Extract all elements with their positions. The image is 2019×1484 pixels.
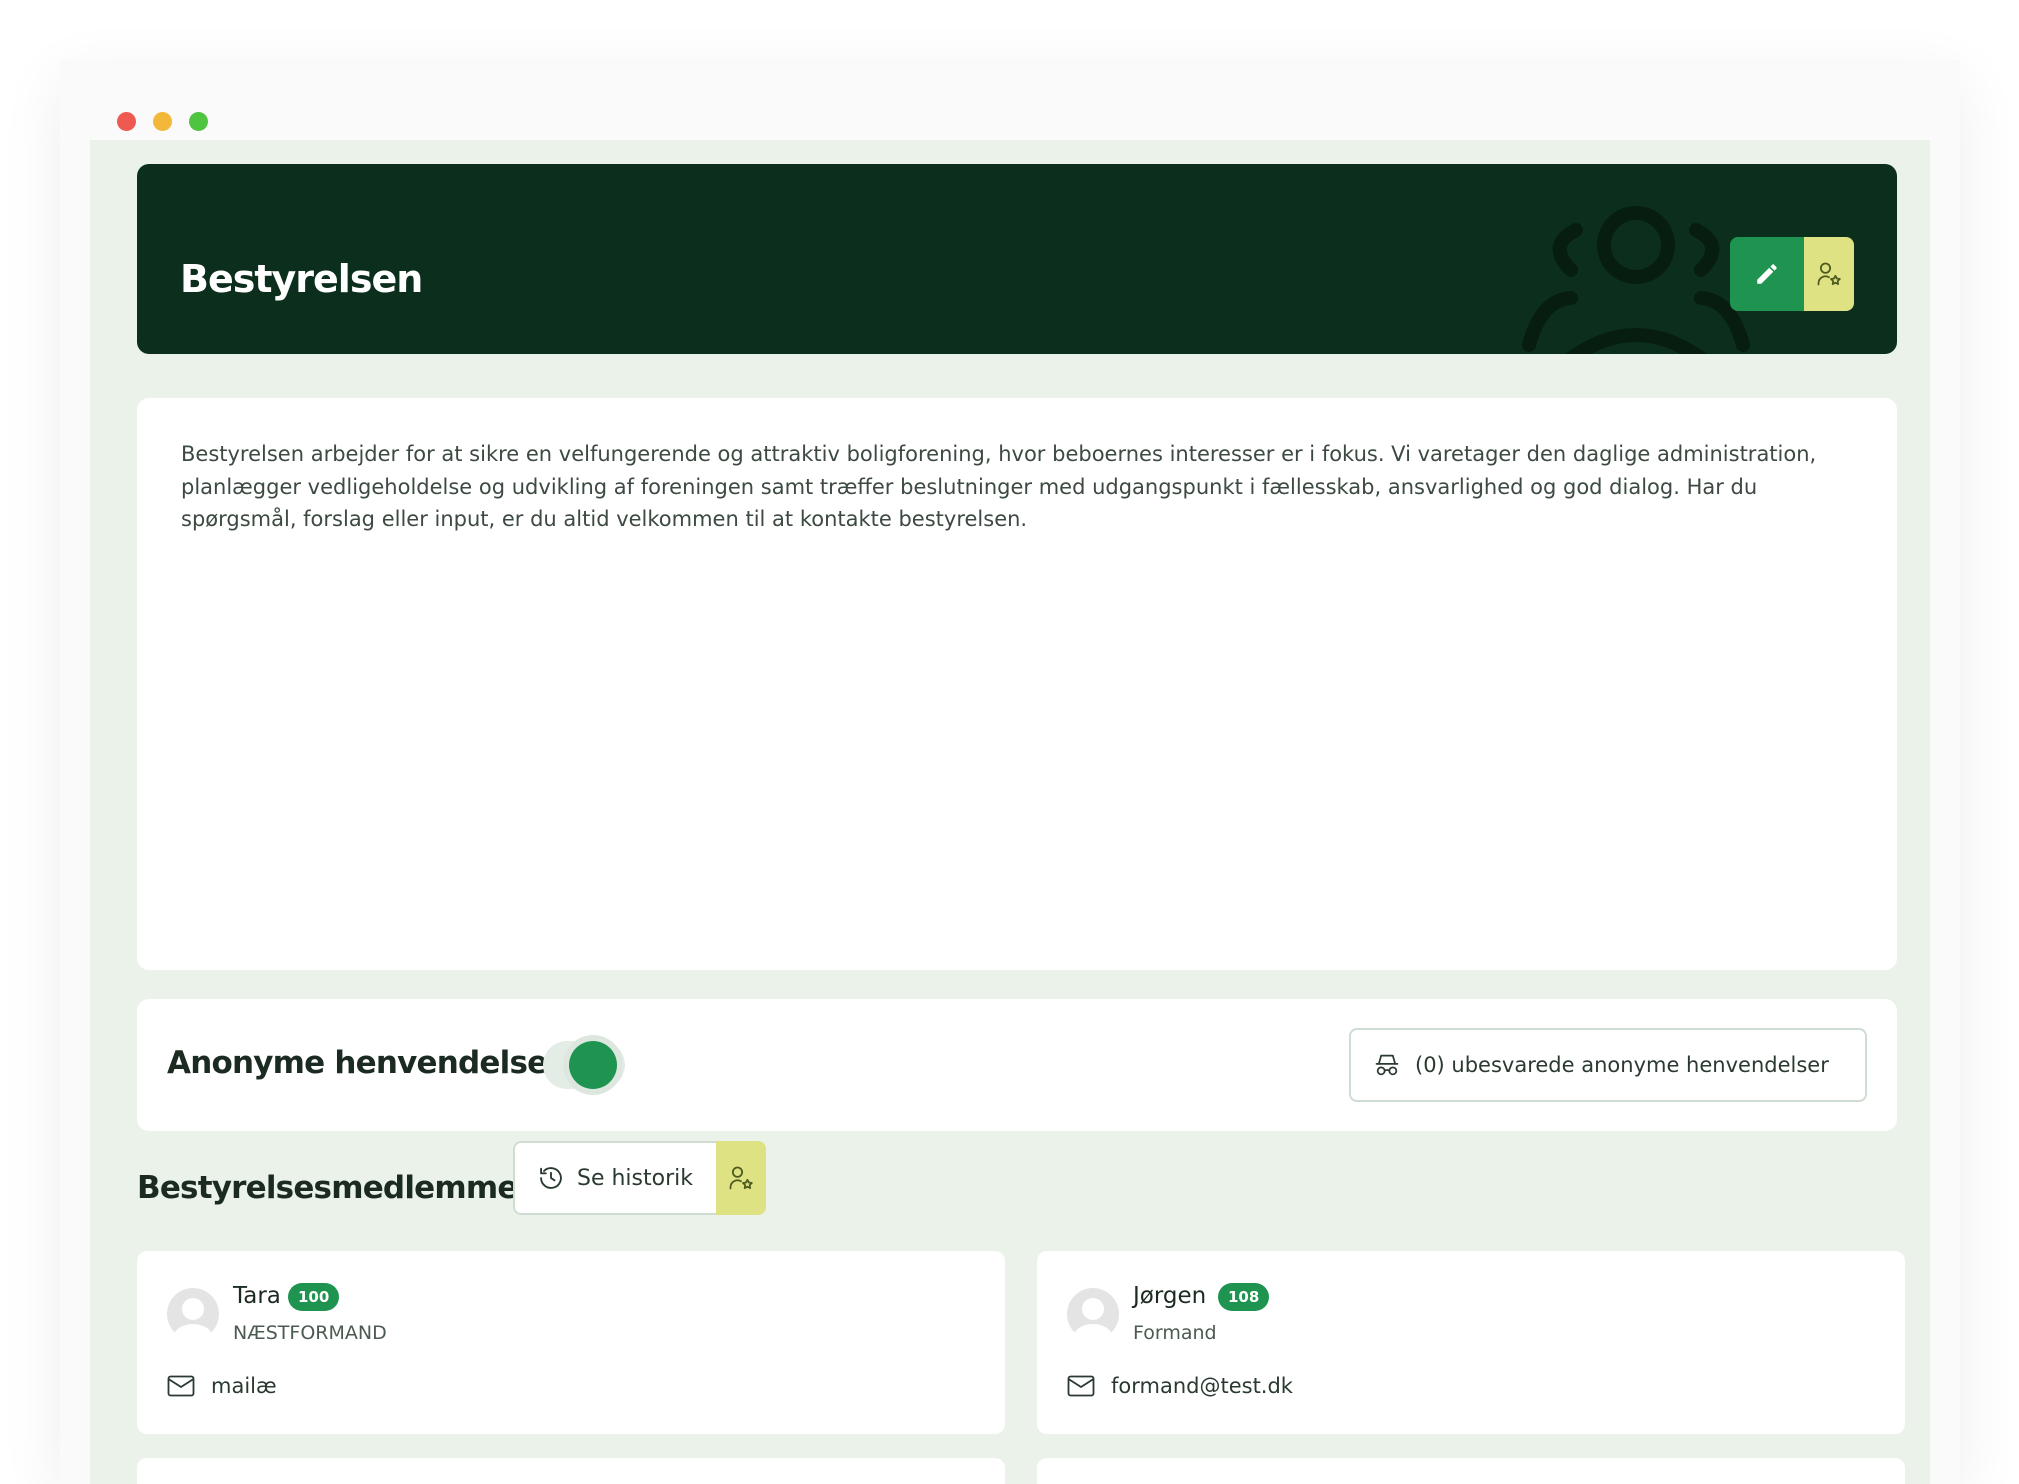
member-email-text: formand@test.dk [1111, 1374, 1293, 1398]
members-actions: Se historik [513, 1141, 766, 1215]
see-history-label: Se historik [577, 1165, 693, 1191]
mail-icon [167, 1375, 195, 1397]
member-email[interactable]: mailæ [167, 1374, 277, 1398]
pencil-icon [1757, 264, 1777, 284]
avatar [167, 1288, 219, 1340]
member-email[interactable]: formand@test.dk [1067, 1374, 1293, 1398]
history-clock-icon [540, 1167, 562, 1189]
edit-button[interactable] [1730, 237, 1804, 311]
page-title: Bestyrelsen [180, 257, 423, 301]
incognito-icon [1375, 1054, 1399, 1076]
mail-icon [1067, 1375, 1095, 1397]
page-header-banner: Bestyrelsen [137, 164, 1897, 354]
window-maximize-dot[interactable] [189, 112, 208, 131]
member-role: NÆSTFORMAND [233, 1322, 387, 1344]
board-description: Bestyrelsen arbejder for at sikre en vel… [181, 442, 1817, 531]
anonymous-inquiries-card: Anonyme henvendelser (0) ubesvarede anon… [137, 999, 1897, 1131]
user-star-icon [1817, 262, 1841, 286]
member-card-partial[interactable] [1037, 1458, 1905, 1484]
window-close-dot[interactable] [117, 112, 136, 131]
anonymous-inquiries-toggle[interactable] [543, 1041, 625, 1089]
anonymous-inquiries-title: Anonyme henvendelser [167, 1045, 563, 1081]
window-minimize-dot[interactable] [153, 112, 172, 131]
user-star-icon [729, 1166, 753, 1190]
members-section-title: Bestyrelsesmedlemmer [137, 1170, 533, 1206]
member-number-badge: 108 [1218, 1283, 1270, 1311]
description-card: Bestyrelsen arbejder for at sikre en vel… [137, 398, 1897, 970]
avatar-placeholder-icon [173, 1298, 213, 1340]
member-role: Formand [1133, 1322, 1217, 1344]
unanswered-anonymous-label: (0) ubesvarede anonyme henvendelser [1415, 1053, 1829, 1077]
manage-roles-button[interactable] [1804, 237, 1854, 311]
unanswered-anonymous-button[interactable]: (0) ubesvarede anonyme henvendelser [1349, 1028, 1867, 1102]
member-card[interactable]: Jørgen 108 Formand formand@test.dk [1037, 1251, 1905, 1434]
member-name: Jørgen [1133, 1283, 1207, 1309]
member-card[interactable]: Tara 100 NÆSTFORMAND mailæ [137, 1251, 1005, 1434]
see-history-button[interactable]: Se historik [513, 1141, 716, 1215]
toggle-knob [569, 1041, 617, 1089]
avatar-placeholder-icon [1073, 1298, 1113, 1340]
member-card-partial[interactable] [137, 1458, 1005, 1484]
avatar [1067, 1288, 1119, 1340]
member-email-text: mailæ [211, 1374, 277, 1398]
member-name: Tara [233, 1283, 281, 1309]
header-actions [1730, 237, 1854, 311]
app-content: Bestyrelsen Bestyrelsen arbejder for at … [90, 140, 1930, 1484]
member-number-badge: 100 [288, 1283, 340, 1311]
users-group-icon [1522, 206, 1750, 354]
browser-window: Bestyrelsen Bestyrelsen arbejder for at … [60, 60, 1960, 1484]
member-roles-button[interactable] [716, 1141, 766, 1215]
